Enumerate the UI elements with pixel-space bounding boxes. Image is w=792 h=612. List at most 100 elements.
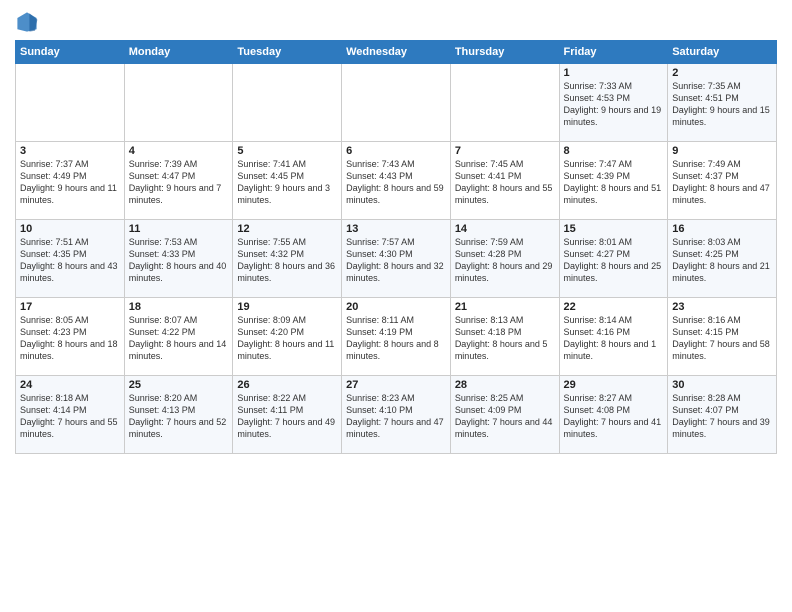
logo [15,10,43,34]
day-number: 9 [672,145,772,157]
logo-icon [15,10,39,34]
calendar-cell: 5Sunrise: 7:41 AM Sunset: 4:45 PM Daylig… [233,142,342,220]
calendar-cell [124,64,233,142]
calendar-week-5: 24Sunrise: 8:18 AM Sunset: 4:14 PM Dayli… [16,376,777,454]
header [15,10,777,34]
day-info: Sunrise: 8:22 AM Sunset: 4:11 PM Dayligh… [237,392,337,441]
day-number: 7 [455,145,555,157]
day-number: 12 [237,223,337,235]
calendar-cell [450,64,559,142]
header-day-thursday: Thursday [450,41,559,64]
calendar-cell: 6Sunrise: 7:43 AM Sunset: 4:43 PM Daylig… [342,142,451,220]
day-number: 14 [455,223,555,235]
day-info: Sunrise: 8:16 AM Sunset: 4:15 PM Dayligh… [672,314,772,363]
day-number: 2 [672,67,772,79]
day-number: 5 [237,145,337,157]
day-info: Sunrise: 8:09 AM Sunset: 4:20 PM Dayligh… [237,314,337,363]
day-number: 3 [20,145,120,157]
day-info: Sunrise: 8:20 AM Sunset: 4:13 PM Dayligh… [129,392,229,441]
calendar-cell: 8Sunrise: 7:47 AM Sunset: 4:39 PM Daylig… [559,142,668,220]
calendar-cell: 20Sunrise: 8:11 AM Sunset: 4:19 PM Dayli… [342,298,451,376]
header-day-friday: Friday [559,41,668,64]
day-info: Sunrise: 7:33 AM Sunset: 4:53 PM Dayligh… [564,80,664,129]
calendar-cell: 12Sunrise: 7:55 AM Sunset: 4:32 PM Dayli… [233,220,342,298]
calendar-body: 1Sunrise: 7:33 AM Sunset: 4:53 PM Daylig… [16,64,777,454]
day-info: Sunrise: 8:27 AM Sunset: 4:08 PM Dayligh… [564,392,664,441]
day-info: Sunrise: 7:49 AM Sunset: 4:37 PM Dayligh… [672,158,772,207]
day-info: Sunrise: 7:47 AM Sunset: 4:39 PM Dayligh… [564,158,664,207]
calendar-cell: 17Sunrise: 8:05 AM Sunset: 4:23 PM Dayli… [16,298,125,376]
day-info: Sunrise: 7:57 AM Sunset: 4:30 PM Dayligh… [346,236,446,285]
day-number: 30 [672,379,772,391]
day-number: 16 [672,223,772,235]
day-info: Sunrise: 7:51 AM Sunset: 4:35 PM Dayligh… [20,236,120,285]
calendar-cell: 10Sunrise: 7:51 AM Sunset: 4:35 PM Dayli… [16,220,125,298]
day-number: 17 [20,301,120,313]
day-info: Sunrise: 7:37 AM Sunset: 4:49 PM Dayligh… [20,158,120,207]
header-day-wednesday: Wednesday [342,41,451,64]
day-info: Sunrise: 8:01 AM Sunset: 4:27 PM Dayligh… [564,236,664,285]
day-number: 29 [564,379,664,391]
day-info: Sunrise: 8:18 AM Sunset: 4:14 PM Dayligh… [20,392,120,441]
calendar-week-4: 17Sunrise: 8:05 AM Sunset: 4:23 PM Dayli… [16,298,777,376]
calendar-cell: 27Sunrise: 8:23 AM Sunset: 4:10 PM Dayli… [342,376,451,454]
day-number: 28 [455,379,555,391]
calendar-cell: 7Sunrise: 7:45 AM Sunset: 4:41 PM Daylig… [450,142,559,220]
day-info: Sunrise: 8:13 AM Sunset: 4:18 PM Dayligh… [455,314,555,363]
calendar-cell: 4Sunrise: 7:39 AM Sunset: 4:47 PM Daylig… [124,142,233,220]
day-number: 19 [237,301,337,313]
day-number: 11 [129,223,229,235]
calendar-cell [233,64,342,142]
header-day-tuesday: Tuesday [233,41,342,64]
calendar-cell: 30Sunrise: 8:28 AM Sunset: 4:07 PM Dayli… [668,376,777,454]
day-number: 25 [129,379,229,391]
day-info: Sunrise: 8:23 AM Sunset: 4:10 PM Dayligh… [346,392,446,441]
day-info: Sunrise: 8:14 AM Sunset: 4:16 PM Dayligh… [564,314,664,363]
calendar-week-1: 1Sunrise: 7:33 AM Sunset: 4:53 PM Daylig… [16,64,777,142]
day-info: Sunrise: 8:05 AM Sunset: 4:23 PM Dayligh… [20,314,120,363]
calendar-cell: 9Sunrise: 7:49 AM Sunset: 4:37 PM Daylig… [668,142,777,220]
day-info: Sunrise: 7:39 AM Sunset: 4:47 PM Dayligh… [129,158,229,207]
day-number: 20 [346,301,446,313]
calendar-cell: 16Sunrise: 8:03 AM Sunset: 4:25 PM Dayli… [668,220,777,298]
day-info: Sunrise: 7:43 AM Sunset: 4:43 PM Dayligh… [346,158,446,207]
day-info: Sunrise: 7:53 AM Sunset: 4:33 PM Dayligh… [129,236,229,285]
calendar-cell: 25Sunrise: 8:20 AM Sunset: 4:13 PM Dayli… [124,376,233,454]
calendar-table: SundayMondayTuesdayWednesdayThursdayFrid… [15,40,777,454]
calendar-week-3: 10Sunrise: 7:51 AM Sunset: 4:35 PM Dayli… [16,220,777,298]
calendar-cell: 29Sunrise: 8:27 AM Sunset: 4:08 PM Dayli… [559,376,668,454]
calendar-cell: 14Sunrise: 7:59 AM Sunset: 4:28 PM Dayli… [450,220,559,298]
header-day-sunday: Sunday [16,41,125,64]
day-number: 6 [346,145,446,157]
day-info: Sunrise: 8:03 AM Sunset: 4:25 PM Dayligh… [672,236,772,285]
day-number: 15 [564,223,664,235]
day-info: Sunrise: 7:59 AM Sunset: 4:28 PM Dayligh… [455,236,555,285]
day-number: 21 [455,301,555,313]
day-info: Sunrise: 7:55 AM Sunset: 4:32 PM Dayligh… [237,236,337,285]
calendar-cell: 24Sunrise: 8:18 AM Sunset: 4:14 PM Dayli… [16,376,125,454]
day-info: Sunrise: 8:11 AM Sunset: 4:19 PM Dayligh… [346,314,446,363]
calendar-cell: 18Sunrise: 8:07 AM Sunset: 4:22 PM Dayli… [124,298,233,376]
header-day-saturday: Saturday [668,41,777,64]
day-info: Sunrise: 8:25 AM Sunset: 4:09 PM Dayligh… [455,392,555,441]
day-number: 18 [129,301,229,313]
page-container: SundayMondayTuesdayWednesdayThursdayFrid… [0,0,792,464]
calendar-cell: 1Sunrise: 7:33 AM Sunset: 4:53 PM Daylig… [559,64,668,142]
day-info: Sunrise: 7:45 AM Sunset: 4:41 PM Dayligh… [455,158,555,207]
calendar-cell [342,64,451,142]
day-info: Sunrise: 8:28 AM Sunset: 4:07 PM Dayligh… [672,392,772,441]
calendar-cell: 3Sunrise: 7:37 AM Sunset: 4:49 PM Daylig… [16,142,125,220]
calendar-cell: 21Sunrise: 8:13 AM Sunset: 4:18 PM Dayli… [450,298,559,376]
day-number: 27 [346,379,446,391]
calendar-cell [16,64,125,142]
day-info: Sunrise: 8:07 AM Sunset: 4:22 PM Dayligh… [129,314,229,363]
calendar-cell: 2Sunrise: 7:35 AM Sunset: 4:51 PM Daylig… [668,64,777,142]
day-number: 24 [20,379,120,391]
calendar-cell: 13Sunrise: 7:57 AM Sunset: 4:30 PM Dayli… [342,220,451,298]
day-number: 1 [564,67,664,79]
calendar-cell: 28Sunrise: 8:25 AM Sunset: 4:09 PM Dayli… [450,376,559,454]
calendar-cell: 15Sunrise: 8:01 AM Sunset: 4:27 PM Dayli… [559,220,668,298]
day-number: 8 [564,145,664,157]
day-number: 22 [564,301,664,313]
day-number: 13 [346,223,446,235]
